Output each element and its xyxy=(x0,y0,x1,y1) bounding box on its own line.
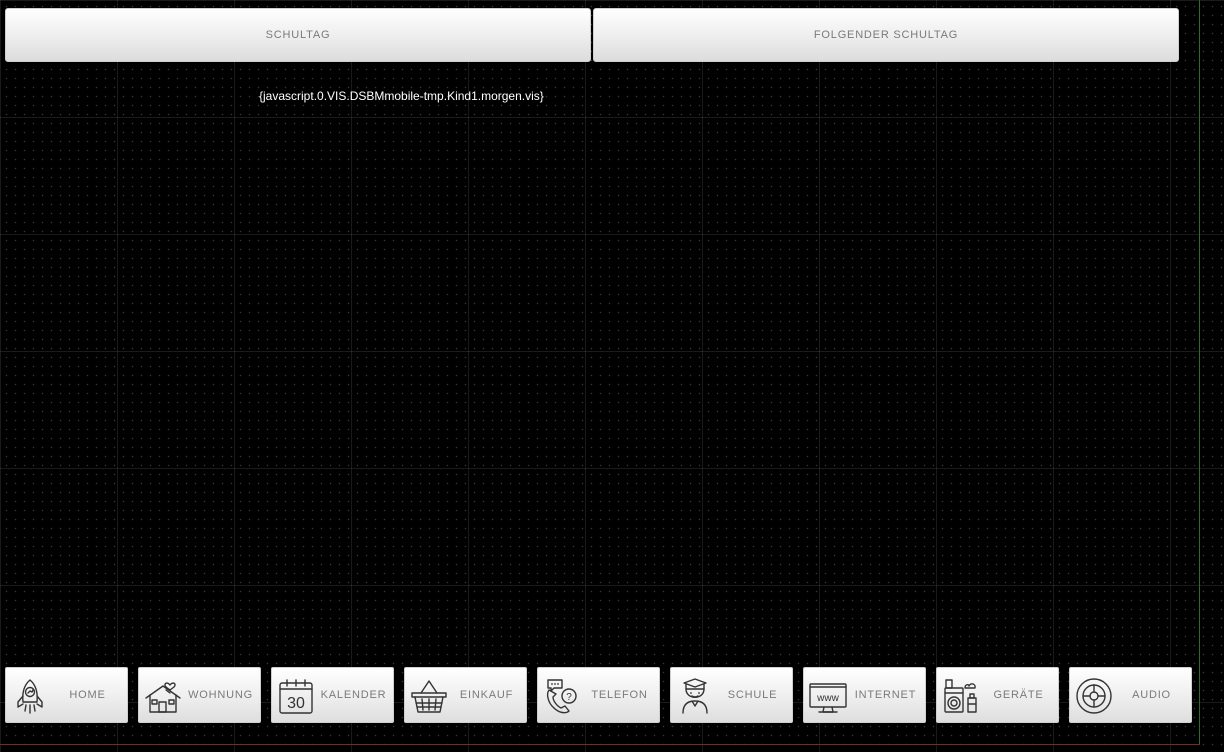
phone-chat-icon: ? xyxy=(542,676,582,716)
www-monitor-icon: www xyxy=(808,676,848,716)
nav-geraete-label: GERÄTE xyxy=(993,689,1044,701)
nav-audio-button[interactable]: AUDIO xyxy=(1069,667,1192,723)
nav-telefon-label: TELEFON xyxy=(591,689,648,701)
nav-wohnung-button[interactable]: WOHNUNG xyxy=(138,667,261,723)
tab-schultag-label: SCHULTAG xyxy=(265,29,331,41)
nav-internet-label: INTERNET xyxy=(854,689,917,701)
nav-schule-button[interactable]: SCHULE xyxy=(670,667,793,723)
canvas-bottom-edge xyxy=(0,744,1200,745)
nav-einkauf-button[interactable]: EINKAUF xyxy=(404,667,527,723)
svg-text:?: ? xyxy=(566,692,572,703)
bottom-navigation: HOME WOHNUNG 30 KALENDER EINKAUF ? TELEF… xyxy=(0,667,1224,725)
house-heart-icon xyxy=(143,676,183,716)
www-text: www xyxy=(816,693,839,704)
canvas-right-edge xyxy=(1199,0,1200,745)
shopping-basket-icon xyxy=(409,676,449,716)
nav-internet-button[interactable]: www INTERNET xyxy=(803,667,926,723)
nav-kalender-button[interactable]: 30 KALENDER xyxy=(271,667,394,723)
nav-kalender-label: KALENDER xyxy=(320,689,387,701)
nav-home-label: HOME xyxy=(69,689,106,701)
student-icon xyxy=(675,676,715,716)
nav-wohnung-label: WOHNUNG xyxy=(188,689,253,701)
speaker-icon xyxy=(1074,676,1114,716)
nav-audio-label: AUDIO xyxy=(1132,689,1171,701)
tab-folgender-schultag-label: FOLGENDER SCHULTAG xyxy=(813,29,959,41)
nav-geraete-button[interactable]: GERÄTE xyxy=(936,667,1059,723)
nav-telefon-button[interactable]: ? TELEFON xyxy=(537,667,660,723)
calendar-day-number: 30 xyxy=(287,695,305,712)
calendar-icon: 30 xyxy=(276,676,316,716)
nav-einkauf-label: EINKAUF xyxy=(459,689,514,701)
nav-schule-label: SCHULE xyxy=(727,689,778,701)
binding-placeholder-text: {javascript.0.VIS.DSBMmobile-tmp.Kind1.m… xyxy=(259,89,544,103)
vis-editor-canvas: SCHULTAG FOLGENDER SCHULTAG {javascript.… xyxy=(0,0,1224,752)
tab-schultag[interactable]: SCHULTAG xyxy=(5,8,591,62)
rocket-icon xyxy=(10,676,50,716)
nav-home-button[interactable]: HOME xyxy=(5,667,128,723)
tab-folgender-schultag[interactable]: FOLGENDER SCHULTAG xyxy=(593,8,1179,62)
appliances-icon xyxy=(941,676,981,716)
